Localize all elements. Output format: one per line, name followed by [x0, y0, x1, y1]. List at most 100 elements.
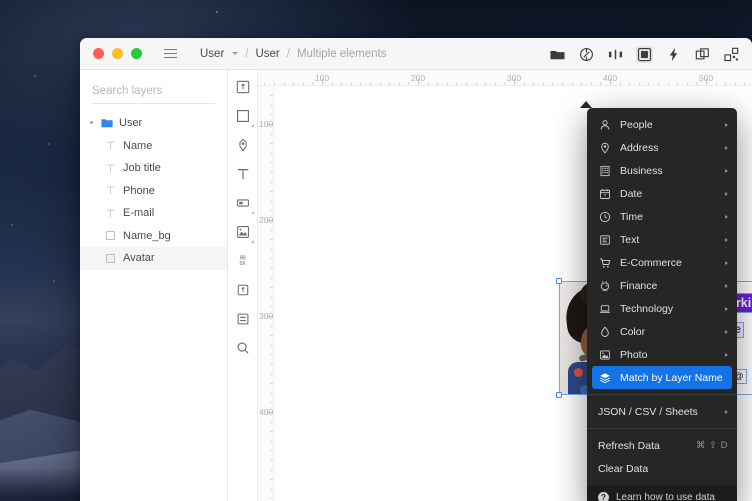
- horizontal-ruler[interactable]: 100200300400500600700: [258, 70, 752, 86]
- zoom-button[interactable]: [131, 48, 142, 59]
- sidebar-item-label: Avatar: [123, 252, 155, 265]
- ruler-tick: [734, 82, 736, 85]
- menu-item-label: E-Commerce: [620, 256, 682, 269]
- folder-icon: [100, 117, 113, 130]
- menu-item-technology[interactable]: Technology: [587, 297, 737, 320]
- ruler-label: 100: [259, 119, 274, 129]
- data-populator-icon[interactable]: [636, 45, 653, 63]
- window-controls[interactable]: [80, 48, 142, 59]
- components-icon[interactable]: [578, 46, 595, 63]
- ruler-tick: [270, 335, 273, 337]
- sidebar-item-user[interactable]: User: [80, 112, 227, 135]
- chevron-down-icon[interactable]: [89, 121, 94, 125]
- sidebar-item-job-title[interactable]: Job title: [80, 157, 227, 180]
- ruler-tick: [360, 82, 362, 85]
- sidebar-item-label: E-mail: [123, 207, 155, 220]
- menu-item-business[interactable]: Business: [587, 159, 737, 182]
- ruler-tick: [725, 82, 727, 85]
- breadcrumb-page[interactable]: User: [255, 48, 279, 60]
- ruler-tick: [696, 82, 698, 85]
- minimize-button[interactable]: [112, 48, 123, 59]
- ruler-tick: [686, 82, 688, 85]
- menu-item-match-by-layer-name[interactable]: Match by Layer Name: [592, 366, 732, 389]
- ruler-tick: [667, 82, 669, 85]
- menu-item-label: Clear Data: [598, 462, 649, 475]
- menu-item-time[interactable]: Time: [587, 205, 737, 228]
- sidebar-item-phone[interactable]: Phone: [80, 180, 227, 203]
- image-icon[interactable]: [234, 223, 254, 243]
- component-icon[interactable]: [234, 310, 251, 327]
- vector-pen-icon[interactable]: [234, 136, 251, 153]
- sidebar-item-label: Name: [123, 139, 153, 152]
- menu-item-label: Time: [620, 210, 643, 223]
- ruler-tick: [270, 229, 273, 231]
- menu-item-label: People: [620, 118, 653, 131]
- symbol-icon[interactable]: ЯD OX: [234, 252, 251, 269]
- resize-handle-bl[interactable]: [556, 392, 562, 398]
- ruler-tick: [270, 354, 273, 356]
- frame-icon[interactable]: [549, 46, 566, 63]
- hamburger-icon[interactable]: [164, 48, 177, 59]
- vertical-ruler[interactable]: 100 200 300 400: [258, 86, 274, 501]
- chevron-down-icon[interactable]: [232, 52, 239, 55]
- menu-item-e-commerce[interactable]: E-Commerce: [587, 251, 737, 274]
- menu-item-finance[interactable]: Finance: [587, 274, 737, 297]
- ruler-tick: [389, 82, 391, 85]
- breadcrumb-root[interactable]: User: [200, 48, 224, 60]
- shape-field-icon[interactable]: [234, 194, 254, 214]
- chevron-right-icon: [725, 329, 728, 334]
- chevron-right-icon: [725, 409, 728, 414]
- data-populator-menu[interactable]: People Address Business 7 Date Time Text…: [587, 108, 737, 501]
- layers-stack-icon[interactable]: [694, 46, 711, 63]
- menu-footer-label: Learn how to use data: [616, 491, 715, 501]
- menu-item-json-csv-sheets[interactable]: JSON / CSV / Sheets: [587, 400, 737, 423]
- chevron-right-icon: [725, 306, 728, 311]
- clock-icon: [598, 210, 611, 223]
- menu-item-label: Text: [620, 233, 640, 246]
- menu-item-refresh-data[interactable]: Refresh Data ⌘ ⇧ D: [587, 434, 737, 457]
- ruler-tick: [427, 82, 429, 85]
- menu-pointer-arrow: [580, 101, 592, 108]
- ruler-label: 400: [602, 73, 618, 83]
- sidebar-item-avatar[interactable]: Avatar: [80, 247, 227, 270]
- symbols-icon[interactable]: [723, 46, 740, 63]
- menu-item-label: Business: [620, 164, 663, 177]
- ruler-tick: [270, 469, 273, 471]
- artboard-icon[interactable]: [234, 78, 251, 95]
- ruler-tick: [466, 82, 467, 85]
- sidebar-item-email[interactable]: E-mail: [80, 202, 227, 225]
- resize-handle-tl[interactable]: [556, 278, 562, 284]
- menu-item-people[interactable]: People: [587, 113, 737, 136]
- distribute-icon[interactable]: [607, 46, 624, 63]
- ruler-tick: [270, 210, 273, 212]
- ruler-tick: [456, 82, 458, 85]
- rectangle-icon[interactable]: [234, 107, 254, 127]
- sidebar-item-name[interactable]: Name: [80, 135, 227, 158]
- ruler-tick: [270, 440, 273, 442]
- menu-item-color[interactable]: Color: [587, 320, 737, 343]
- sidebar-item-label: Name_bg: [123, 229, 171, 242]
- svg-text:7: 7: [603, 193, 606, 198]
- menu-item-date[interactable]: 7 Date: [587, 182, 737, 205]
- stack-layers-icon: [598, 371, 611, 384]
- lightning-icon[interactable]: [665, 46, 682, 63]
- search-input[interactable]: [92, 85, 215, 104]
- menu-item-clear-data[interactable]: Clear Data: [587, 457, 737, 480]
- text-lines-icon: [598, 233, 611, 246]
- text-icon: [104, 162, 117, 175]
- text-tool-icon[interactable]: [234, 165, 251, 182]
- sidebar-item-name-bg[interactable]: Name_bg: [80, 225, 227, 248]
- menu-item-address[interactable]: Address: [587, 136, 737, 159]
- insert-icon[interactable]: [234, 281, 251, 298]
- ruler-tick: [270, 191, 273, 193]
- close-button[interactable]: [93, 48, 104, 59]
- breadcrumb: User / User / Multiple elements: [200, 48, 386, 60]
- ruler-tick: [270, 498, 273, 500]
- zoom-icon[interactable]: [234, 339, 251, 356]
- ruler-tick: [542, 82, 544, 85]
- menu-item-photo[interactable]: Photo: [587, 343, 737, 366]
- help-icon: ?: [598, 491, 609, 501]
- ruler-label: 300: [506, 73, 522, 83]
- menu-item-text[interactable]: Text: [587, 228, 737, 251]
- menu-footer-learn-link[interactable]: ? Learn how to use data: [587, 485, 737, 501]
